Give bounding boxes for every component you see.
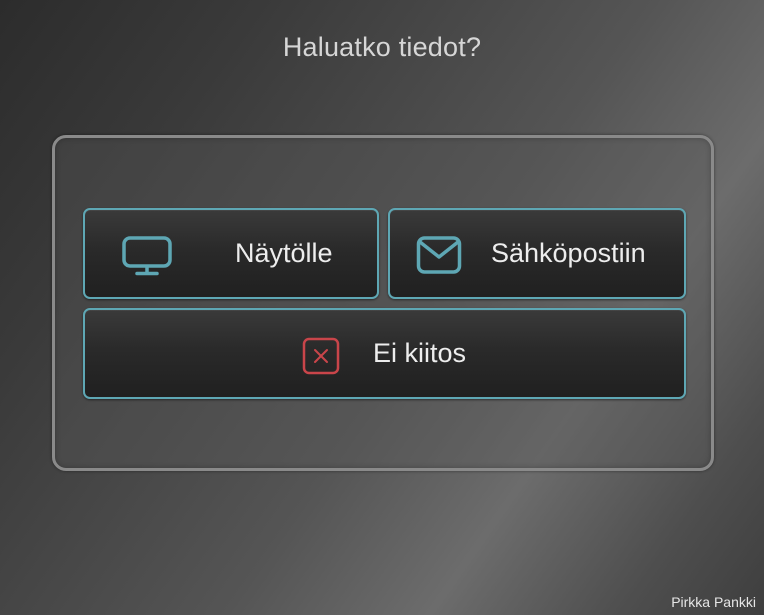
send-email-button[interactable]: Sähköpostiin (388, 208, 686, 299)
no-thanks-label: Ei kiitos (373, 338, 467, 368)
monitor-icon (122, 236, 172, 276)
brand-label: Pirkka Pankki (671, 594, 756, 610)
dialog-title: Haluatko tiedot? (282, 32, 482, 62)
show-on-screen-label: Näytölle (235, 238, 333, 268)
options-panel (52, 135, 714, 471)
no-thanks-button[interactable]: Ei kiitos (83, 308, 686, 399)
send-email-label: Sähköpostiin (491, 238, 646, 268)
mail-icon (416, 236, 462, 274)
show-on-screen-button[interactable]: Näytölle (83, 208, 379, 299)
close-icon (302, 337, 340, 375)
